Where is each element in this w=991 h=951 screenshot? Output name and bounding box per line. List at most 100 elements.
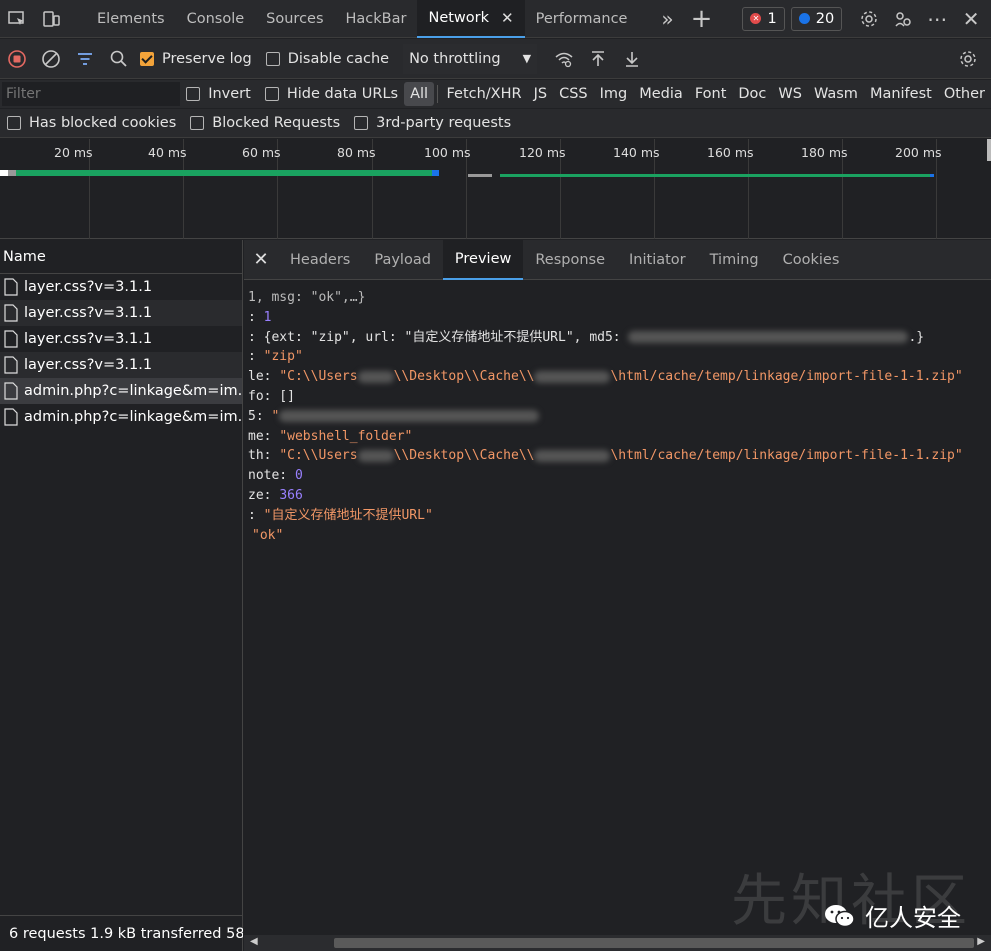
json-string: ": [271, 408, 280, 424]
timeline-bar-stalled-2: [468, 174, 492, 177]
json-number: 1: [263, 309, 272, 325]
settings-gear-icon[interactable]: [852, 0, 886, 38]
json-key: :: [248, 507, 264, 523]
more-menu-icon[interactable]: ⋯: [920, 0, 954, 38]
tab-network[interactable]: Network ✕: [417, 0, 525, 38]
timeline-label: 200 ms: [895, 145, 942, 160]
json-line: : {ext: "zip", url: "自定义存储地址不提供URL", md5…: [244, 328, 991, 348]
blocked-cookies-checkbox[interactable]: Has blocked cookies: [7, 115, 176, 131]
hide-data-urls-checkbox[interactable]: Hide data URLs: [264, 86, 399, 102]
filter-type-media[interactable]: Media: [633, 82, 689, 106]
timeline-bar-waiting-2: [500, 174, 930, 177]
request-name: layer.css?v=3.1.1: [24, 305, 153, 321]
invert-checkbox[interactable]: Invert: [186, 86, 251, 102]
request-row[interactable]: admin.php?c=linkage&m=im...: [0, 404, 242, 430]
filter-type-wasm[interactable]: Wasm: [808, 82, 864, 106]
filter-icon[interactable]: [68, 40, 102, 78]
json-line: ze: 366: [244, 486, 991, 506]
request-row[interactable]: layer.css?v=3.1.1: [0, 300, 242, 326]
messages-badge[interactable]: 20: [790, 6, 843, 31]
name-column-header[interactable]: Name: [0, 240, 242, 274]
scrollbar-thumb[interactable]: [334, 938, 974, 948]
tab-cookies[interactable]: Cookies: [771, 240, 852, 280]
filter-type-css[interactable]: CSS: [553, 82, 594, 106]
json-string: "zip": [263, 349, 303, 365]
filter-type-other[interactable]: Other: [938, 82, 991, 106]
connect-devices-icon[interactable]: [886, 0, 920, 38]
timeline-overview[interactable]: 20 ms 40 ms 60 ms 80 ms 100 ms 120 ms 14…: [0, 139, 991, 239]
request-row[interactable]: layer.css?v=3.1.1: [0, 352, 242, 378]
import-har-icon[interactable]: [581, 40, 615, 78]
third-party-checkbox[interactable]: 3rd-party requests: [354, 115, 511, 131]
json-line: 1, msg: "ok",…}: [244, 288, 991, 308]
request-row[interactable]: layer.css?v=3.1.1: [0, 326, 242, 352]
tab-hackbar[interactable]: HackBar: [335, 0, 418, 38]
request-row[interactable]: layer.css?v=3.1.1: [0, 274, 242, 300]
tab-timing[interactable]: Timing: [698, 240, 771, 280]
checkbox-label: Hide data URLs: [286, 86, 399, 102]
add-tab-icon[interactable]: +: [684, 0, 718, 38]
timeline-handle[interactable]: [987, 139, 991, 161]
filter-type-ws[interactable]: WS: [772, 82, 808, 106]
filter-type-doc[interactable]: Doc: [732, 82, 772, 106]
tab-elements[interactable]: Elements: [86, 0, 176, 38]
close-tab-icon[interactable]: ✕: [501, 9, 514, 27]
json-line: : 1: [244, 308, 991, 328]
inspect-element-icon[interactable]: [0, 0, 34, 38]
tab-response[interactable]: Response: [523, 240, 617, 280]
horizontal-scrollbar[interactable]: ◀ ▶: [244, 935, 991, 951]
file-icon: [4, 382, 18, 400]
tab-label: Console: [186, 10, 245, 27]
tab-headers[interactable]: Headers: [278, 240, 362, 280]
blocked-requests-checkbox[interactable]: Blocked Requests: [190, 115, 340, 131]
json-number: 366: [279, 487, 303, 503]
json-line: note: 0: [244, 466, 991, 486]
filter-type-font[interactable]: Font: [689, 82, 733, 106]
filter-type-fetch-xhr[interactable]: Fetch/XHR: [440, 82, 527, 106]
throttling-select[interactable]: No throttling ▼: [403, 43, 538, 74]
messages-count: 20: [815, 10, 835, 27]
tab-initiator[interactable]: Initiator: [617, 240, 698, 280]
scroll-right-icon[interactable]: ▶: [977, 936, 985, 947]
json-line: th: "C:\\Users \\Desktop\\Cache\\ \html/ca…: [244, 446, 991, 466]
preserve-log-checkbox[interactable]: Preserve log: [140, 51, 252, 67]
tab-console[interactable]: Console: [176, 0, 256, 38]
timeline-label: 80 ms: [337, 145, 376, 160]
checkbox-unchecked: [264, 87, 279, 101]
search-icon[interactable]: [102, 40, 136, 78]
json-string: \\Desktop\\Cache\\: [393, 448, 535, 464]
scroll-left-icon[interactable]: ◀: [250, 936, 258, 947]
json-key: th:: [248, 448, 280, 464]
timeline-label: 20 ms: [54, 145, 93, 160]
tab-label: Sources: [266, 10, 324, 27]
network-conditions-icon[interactable]: [547, 40, 581, 78]
disable-cache-checkbox[interactable]: Disable cache: [265, 51, 389, 67]
request-row-selected[interactable]: admin.php?c=linkage&m=im...: [0, 378, 242, 404]
filter-type-img[interactable]: Img: [594, 82, 634, 106]
record-stop-icon[interactable]: [0, 40, 34, 78]
tab-payload[interactable]: Payload: [362, 240, 443, 280]
checkbox-checked: [140, 51, 154, 66]
filter-type-manifest[interactable]: Manifest: [864, 82, 938, 106]
tab-performance[interactable]: Performance: [525, 0, 639, 38]
more-tabs-icon[interactable]: »: [650, 0, 684, 38]
close-devtools-icon[interactable]: ✕: [954, 0, 988, 38]
network-settings-gear-icon[interactable]: [951, 40, 985, 78]
clear-icon[interactable]: [34, 40, 68, 78]
export-har-icon[interactable]: [615, 40, 649, 78]
tab-sources[interactable]: Sources: [255, 0, 334, 38]
device-toolbar-icon[interactable]: [34, 0, 68, 38]
redacted-blur: [279, 410, 540, 423]
filter-type-all[interactable]: All: [404, 82, 435, 106]
filter-input[interactable]: [2, 82, 180, 106]
close-detail-icon[interactable]: ✕: [244, 249, 278, 270]
json-preview[interactable]: 1, msg: "ok",…} : 1 : {ext: "zip", url: …: [244, 288, 991, 545]
checkbox-label: Invert: [208, 86, 251, 102]
timeline-bar-queue: [0, 170, 8, 176]
tab-preview[interactable]: Preview: [442, 239, 524, 280]
filter-type-js[interactable]: JS: [528, 82, 553, 106]
json-key: fo: []: [248, 388, 295, 404]
errors-badge[interactable]: ✕ 1: [742, 6, 785, 31]
error-icon: ✕: [750, 13, 762, 24]
json-string: "C:\\Users: [279, 369, 358, 385]
